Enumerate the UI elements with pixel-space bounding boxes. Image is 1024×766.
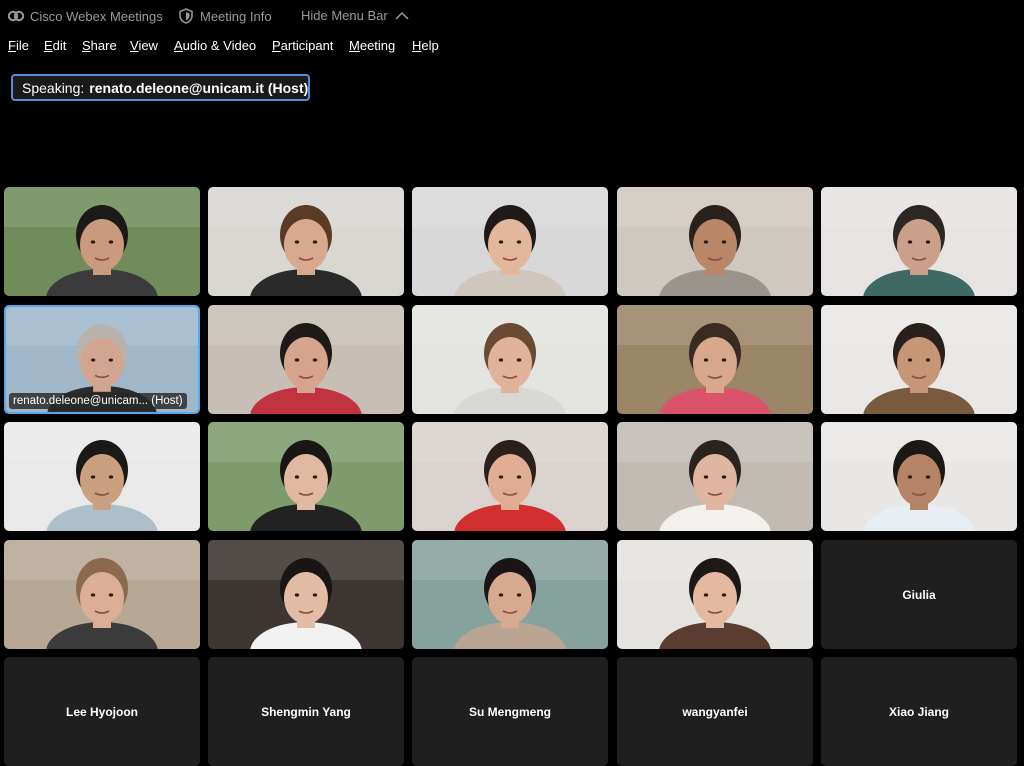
participant-name: Xiao Jiang bbox=[888, 704, 950, 719]
participant-video-tile[interactable] bbox=[412, 422, 608, 531]
participant-video-tile[interactable] bbox=[617, 540, 813, 649]
menu-share[interactable]: Share bbox=[82, 38, 117, 53]
meeting-info-label: Meeting Info bbox=[200, 8, 272, 24]
menu-label: iew bbox=[138, 38, 158, 53]
menu-edit[interactable]: Edit bbox=[44, 38, 66, 53]
video-feed bbox=[821, 305, 1017, 414]
video-feed bbox=[208, 540, 404, 649]
video-feed bbox=[4, 422, 200, 531]
chevron-up-icon bbox=[395, 11, 409, 20]
participant-name: Lee Hyojoon bbox=[65, 704, 138, 719]
speaking-prefix: Speaking: bbox=[22, 79, 85, 96]
menu-mnemonic: H bbox=[412, 38, 422, 53]
meeting-info-button[interactable]: Meeting Info bbox=[178, 8, 272, 24]
menu-label: eeting bbox=[359, 38, 396, 53]
participant-video-tile[interactable] bbox=[412, 187, 608, 296]
video-feed bbox=[412, 187, 608, 296]
menu-mnemonic: F bbox=[8, 38, 16, 53]
menu-file[interactable]: File bbox=[8, 38, 29, 53]
video-feed bbox=[617, 187, 813, 296]
hide-menu-bar-label: Hide Menu Bar bbox=[301, 8, 388, 23]
participant-name-tile[interactable]: Su Mengmeng bbox=[412, 657, 608, 766]
menu-help[interactable]: Help bbox=[412, 38, 439, 53]
menu-participant[interactable]: Participant bbox=[272, 38, 333, 53]
participant-video-tile[interactable] bbox=[208, 422, 404, 531]
video-feed bbox=[208, 422, 404, 531]
participant-name-tile[interactable]: Giulia bbox=[821, 540, 1017, 649]
menu-view[interactable]: View bbox=[130, 38, 158, 53]
video-feed bbox=[208, 305, 404, 414]
participant-name-tile[interactable]: Lee Hyojoon bbox=[4, 657, 200, 766]
menu-label: elp bbox=[421, 38, 439, 53]
video-feed bbox=[412, 540, 608, 649]
app-name: Cisco Webex Meetings bbox=[30, 8, 163, 24]
video-feed bbox=[208, 187, 404, 296]
active-speaker-indicator: Speaking: renato.deleone@unicam.it (Host… bbox=[11, 74, 310, 101]
participant-video-tile[interactable] bbox=[617, 422, 813, 531]
participant-name: Su Mengmeng bbox=[468, 704, 551, 719]
menu-mnemonic: A bbox=[174, 38, 183, 53]
menu-label: ile bbox=[15, 38, 29, 53]
shield-icon bbox=[179, 8, 193, 24]
video-feed bbox=[412, 305, 608, 414]
menu-mnemonic: S bbox=[82, 38, 91, 53]
participant-name-tag: renato.deleone@unicam... (Host) bbox=[9, 393, 187, 409]
video-feed bbox=[617, 422, 813, 531]
participant-video-tile[interactable] bbox=[821, 422, 1017, 531]
participant-name-tile[interactable]: wangyanfei bbox=[617, 657, 813, 766]
participant-video-tile[interactable] bbox=[208, 187, 404, 296]
participant-video-tile[interactable] bbox=[617, 305, 813, 414]
title-bar: Cisco Webex Meetings Meeting Info Hide M… bbox=[0, 0, 1024, 32]
participant-video-tile[interactable] bbox=[4, 422, 200, 531]
video-feed bbox=[821, 187, 1017, 296]
video-feed bbox=[617, 540, 813, 649]
participant-video-tile[interactable] bbox=[412, 305, 608, 414]
participant-name: wangyanfei bbox=[682, 704, 748, 719]
menu-label: dit bbox=[52, 38, 67, 53]
video-feed bbox=[617, 305, 813, 414]
participant-name-tile[interactable]: Shengmin Yang bbox=[208, 657, 404, 766]
participant-name: Giulia bbox=[902, 587, 936, 602]
video-feed bbox=[412, 422, 608, 531]
app-title: Cisco Webex Meetings bbox=[8, 8, 163, 24]
participant-video-tile[interactable] bbox=[821, 187, 1017, 296]
menu-mnemonic: M bbox=[349, 38, 360, 53]
menu-label: articipant bbox=[280, 38, 334, 53]
hide-menu-bar-button[interactable]: Hide Menu Bar bbox=[301, 8, 409, 23]
menu-audio-video[interactable]: Audio & Video bbox=[174, 38, 256, 53]
participant-video-tile[interactable] bbox=[821, 305, 1017, 414]
menu-label: udio & Video bbox=[182, 38, 257, 53]
webex-logo-icon bbox=[8, 10, 24, 22]
participant-video-tile[interactable] bbox=[4, 540, 200, 649]
participant-name-tile[interactable]: Xiao Jiang bbox=[821, 657, 1017, 766]
participant-video-tile[interactable] bbox=[617, 187, 813, 296]
participant-video-tile[interactable] bbox=[208, 305, 404, 414]
participant-video-tile[interactable] bbox=[208, 540, 404, 649]
participant-video-tile[interactable] bbox=[412, 540, 608, 649]
menu-meeting[interactable]: Meeting bbox=[349, 38, 395, 53]
host-video-tile[interactable]: renato.deleone@unicam... (Host) bbox=[4, 305, 200, 414]
menu-mnemonic: E bbox=[44, 38, 53, 53]
participant-video-tile[interactable] bbox=[4, 187, 200, 296]
video-feed bbox=[4, 540, 200, 649]
menu-mnemonic: P bbox=[272, 38, 281, 53]
participant-name: Shengmin Yang bbox=[261, 704, 351, 719]
menu-label: hare bbox=[90, 38, 117, 53]
speaking-name: renato.deleone@unicam.it (Host) bbox=[89, 79, 309, 96]
video-feed bbox=[821, 422, 1017, 531]
video-feed bbox=[4, 187, 200, 296]
